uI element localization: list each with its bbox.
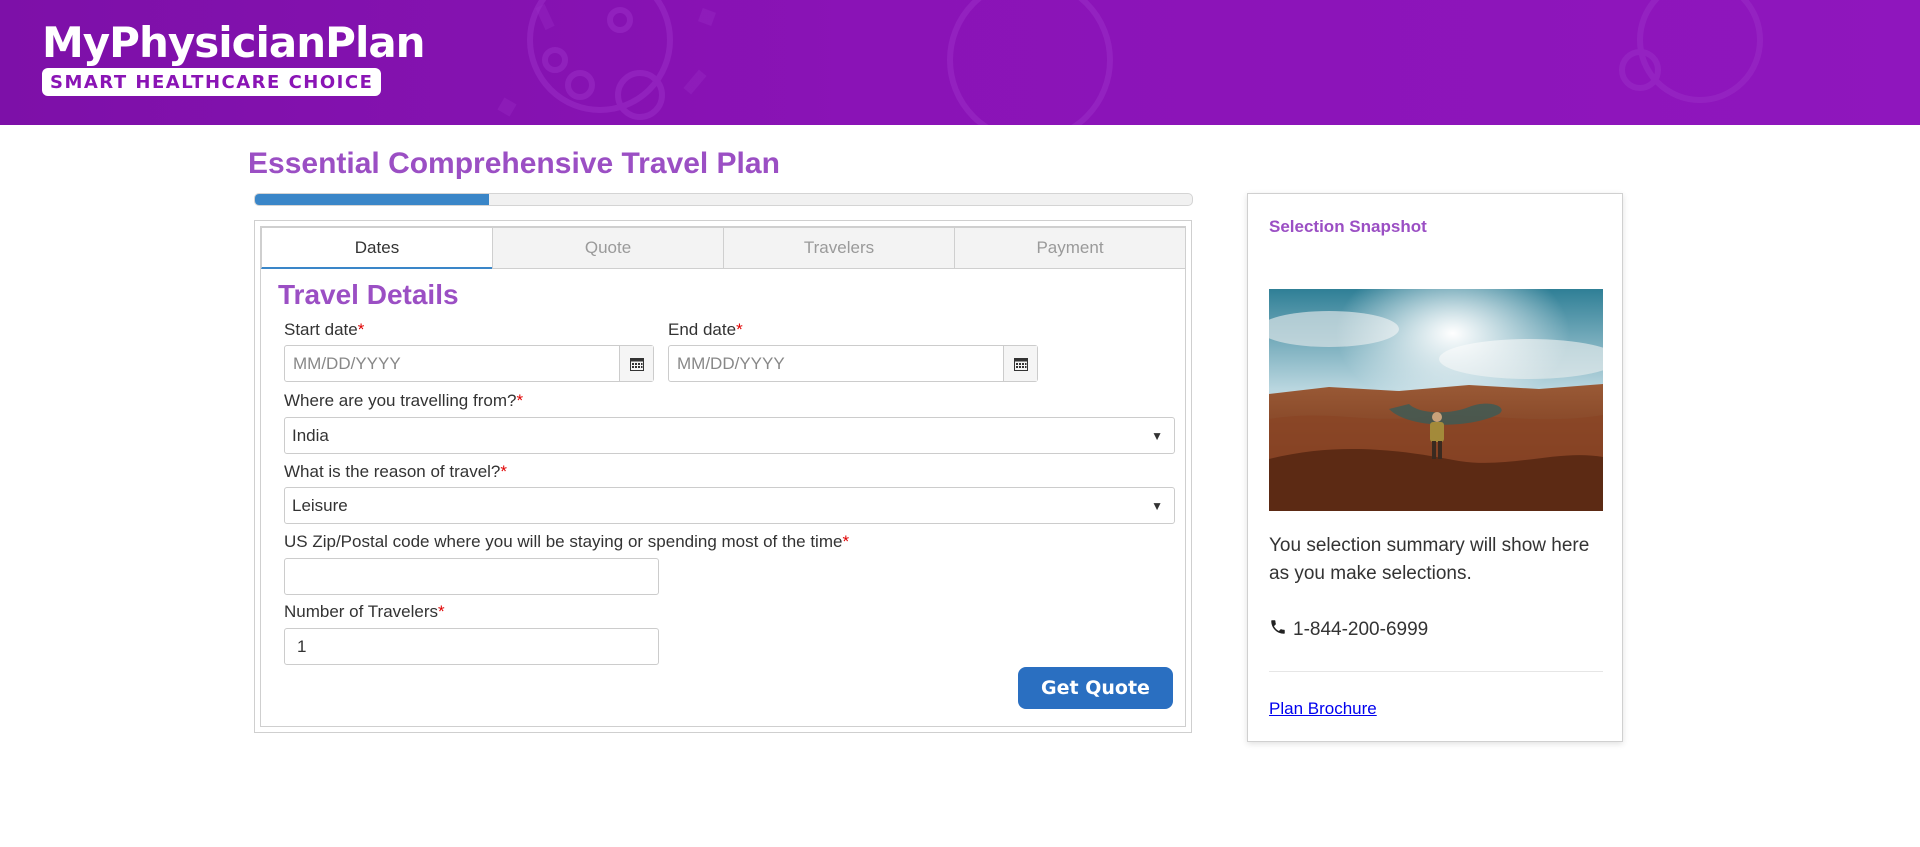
travel-reason-label-text: What is the reason of travel?: [284, 462, 501, 481]
wizard-tabs: Dates Quote Travelers Payment: [261, 227, 1186, 269]
required-marker: *: [842, 532, 850, 551]
page-title: Essential Comprehensive Travel Plan: [248, 147, 780, 180]
start-date-field: [284, 345, 654, 382]
snapshot-title: Selection Snapshot: [1269, 217, 1427, 236]
calendar-icon[interactable]: [1003, 346, 1037, 381]
site-header: MyPhysicianPlan SMART HEALTHCARE CHOICE: [0, 0, 1920, 125]
travel-from-label-text: Where are you travelling from?: [284, 391, 517, 410]
start-date-label: Start date*: [284, 320, 364, 340]
required-marker: *: [736, 320, 743, 339]
get-quote-button[interactable]: Get Quote: [1018, 667, 1173, 709]
zip-label: US Zip/Postal code where you will be sta…: [284, 532, 849, 552]
required-marker: *: [438, 602, 445, 621]
section-title: Travel Details: [278, 279, 459, 310]
form-panel-inner: Dates Quote Travelers Payment Travel Det…: [260, 226, 1186, 727]
canyon-hiker-image: [1269, 289, 1603, 511]
start-date-label-text: Start date: [284, 320, 358, 339]
calendar-icon[interactable]: [619, 346, 653, 381]
phone-icon: [1269, 618, 1287, 642]
travel-from-select[interactable]: India ▼: [284, 417, 1175, 454]
site-logo[interactable]: MyPhysicianPlan SMART HEALTHCARE CHOICE: [42, 18, 426, 96]
plan-brochure-link[interactable]: Plan Brochure: [1269, 699, 1377, 719]
tab-payment[interactable]: Payment: [954, 227, 1186, 269]
travelers-label: Number of Travelers*: [284, 602, 445, 622]
travel-reason-value: Leisure: [292, 495, 348, 515]
chevron-down-icon: ▼: [1151, 499, 1163, 513]
progress-bar-fill: [255, 194, 490, 205]
tab-travelers[interactable]: Travelers: [723, 227, 955, 269]
end-date-label-text: End date: [668, 320, 737, 339]
required-marker: *: [357, 320, 365, 339]
tab-dates[interactable]: Dates: [261, 227, 493, 269]
travelers-label-text: Number of Travelers: [284, 602, 438, 621]
zip-label-text: US Zip/Postal code where you will be sta…: [284, 532, 843, 551]
tab-quote[interactable]: Quote: [492, 227, 724, 269]
travel-reason-select[interactable]: Leisure ▼: [284, 487, 1175, 524]
logo-tagline: SMART HEALTHCARE CHOICE: [42, 68, 382, 96]
snapshot-summary-text: You selection summary will show here as …: [1269, 535, 1590, 584]
logo-title: MyPhysicianPlan: [42, 18, 426, 67]
travelers-input[interactable]: 1: [284, 628, 659, 665]
start-date-input[interactable]: [285, 346, 619, 381]
required-marker: *: [500, 462, 508, 481]
end-date-label: End date*: [668, 320, 743, 340]
progress-bar: [254, 193, 1193, 206]
zip-input[interactable]: [284, 558, 659, 595]
phone-number: 1-844-200-6999: [1293, 619, 1429, 640]
travel-from-value: India: [292, 425, 329, 445]
end-date-field: [668, 345, 1038, 382]
chevron-down-icon: ▼: [1151, 429, 1163, 443]
end-date-input[interactable]: [669, 346, 1003, 381]
snapshot-divider: [1269, 671, 1603, 672]
form-panel: Dates Quote Travelers Payment Travel Det…: [254, 220, 1192, 733]
travel-from-label: Where are you travelling from?*: [284, 391, 523, 411]
required-marker: *: [516, 391, 524, 410]
travel-reason-label: What is the reason of travel?*: [284, 462, 507, 482]
contact-phone[interactable]: 1-844-200-6999: [1269, 618, 1428, 642]
selection-snapshot-panel: Selection Snapshot You selection summary…: [1247, 193, 1623, 742]
